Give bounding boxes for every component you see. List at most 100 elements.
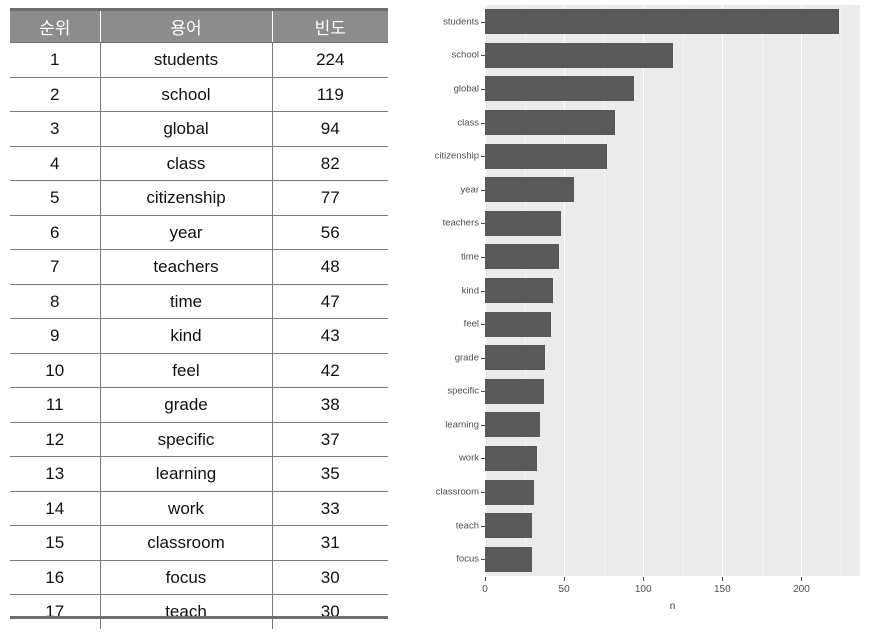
bar-time (485, 244, 560, 270)
y-tick-mark (481, 458, 485, 460)
table-row: 15 classroom 31 (10, 525, 388, 561)
y-tick-mark (481, 55, 485, 57)
y-tick-mark (481, 290, 485, 292)
y-tick-mark (481, 122, 485, 124)
column-header-rank: 순위 (10, 8, 100, 43)
term-cell: work (99, 491, 272, 526)
frequency-cell: 35 (271, 456, 388, 492)
bar-school (485, 42, 674, 68)
y-tick-label: global (453, 83, 479, 95)
rank-cell: 9 (10, 318, 100, 354)
table-row: 7 teachers 48 (10, 249, 388, 285)
rank-cell: 3 (10, 111, 100, 147)
bar-classroom (485, 479, 535, 505)
bar-class (485, 110, 615, 136)
screenshot-root: 순위 용어 빈도 1 students 224 2 school 119 3 global 94… (0, 0, 881, 632)
y-tick-label: time (461, 251, 479, 263)
bar-teachers (485, 210, 561, 236)
chart-plot-panel (485, 5, 860, 576)
frequency-cell: 224 (271, 42, 388, 78)
term-cell: year (99, 215, 272, 250)
gridline-major (801, 5, 803, 576)
rank-cell: 17 (10, 594, 100, 629)
bar-global (485, 76, 634, 102)
y-tick-mark (481, 223, 485, 225)
table-header-row: 순위 용어 빈도 (10, 8, 388, 43)
table-header: 순위 용어 빈도 (10, 8, 388, 43)
bar-students (485, 9, 840, 35)
rank-cell: 6 (10, 215, 100, 250)
frequency-cell: 42 (271, 353, 388, 388)
y-tick-label: year (460, 183, 479, 195)
rank-cell: 8 (10, 284, 100, 319)
table-row: 6 year 56 (10, 215, 388, 250)
table-row: 5 citizenship 77 (10, 180, 388, 216)
bar-learning (485, 412, 541, 438)
bar-work (485, 445, 538, 471)
table-row: 10 feel 42 (10, 353, 388, 388)
table-row: 1 students 224 (10, 42, 388, 78)
x-tick-label: 100 (634, 584, 652, 595)
frequency-cell: 47 (271, 284, 388, 319)
y-tick-label: feel (463, 318, 479, 330)
term-cell: school (99, 77, 272, 112)
rank-cell: 12 (10, 422, 100, 457)
frequency-cell: 94 (271, 111, 388, 147)
y-tick-label: citizenship (434, 150, 479, 162)
term-cell: classroom (99, 525, 272, 561)
table-row: 13 learning 35 (10, 456, 388, 492)
term-cell: specific (99, 422, 272, 457)
y-tick-mark (481, 324, 485, 326)
column-header-frequency: 빈도 (271, 8, 388, 43)
y-tick-label: classroom (435, 486, 479, 498)
frequency-table-panel: 순위 용어 빈도 1 students 224 2 school 119 3 global 94… (10, 8, 388, 629)
y-tick-label: school (451, 49, 479, 61)
frequency-table: 순위 용어 빈도 1 students 224 2 school 119 3 global 94… (10, 8, 388, 629)
term-cell: grade (99, 387, 272, 423)
bar-specific (485, 378, 544, 404)
y-tick-mark (481, 424, 485, 426)
frequency-cell: 48 (271, 249, 388, 285)
table-row: 14 work 33 (10, 491, 388, 526)
frequency-cell: 31 (271, 525, 388, 561)
y-tick-label: learning (445, 419, 479, 431)
term-cell: citizenship (99, 180, 272, 216)
term-cell: feel (99, 353, 272, 388)
y-tick-label: work (458, 452, 479, 464)
term-cell: time (99, 284, 272, 319)
term-cell: global (99, 111, 272, 147)
rank-cell: 4 (10, 146, 100, 181)
bar-chart: students school global class citizenship year… (420, 0, 881, 632)
rank-cell: 1 (10, 42, 100, 78)
rank-cell: 14 (10, 491, 100, 526)
table-row: 17 teach 30 (10, 594, 388, 629)
rank-cell: 5 (10, 180, 100, 216)
bar-grade (485, 345, 546, 371)
bar-teach (485, 513, 533, 539)
frequency-cell: 33 (271, 491, 388, 526)
y-tick-label: specific (447, 385, 479, 397)
x-tick-mark (485, 577, 486, 581)
table-row: 8 time 47 (10, 284, 388, 319)
y-tick-mark (481, 525, 485, 527)
bar-focus (485, 546, 533, 572)
table-row: 3 global 94 (10, 111, 388, 147)
rank-cell: 16 (10, 560, 100, 595)
term-cell: focus (99, 560, 272, 595)
x-tick-label: 50 (558, 584, 570, 595)
x-axis-title: n (669, 601, 676, 612)
x-tick-label: 200 (793, 584, 810, 595)
y-tick-label: kind (461, 284, 479, 296)
rank-cell: 2 (10, 77, 100, 112)
y-tick-mark (481, 492, 485, 494)
frequency-cell: 38 (271, 387, 388, 423)
x-tick-label: 150 (713, 584, 731, 595)
y-tick-mark (481, 357, 485, 359)
frequency-cell: 37 (271, 422, 388, 457)
frequency-cell: 43 (271, 318, 388, 354)
column-header-term: 용어 (99, 8, 272, 43)
y-tick-mark (481, 189, 485, 191)
y-tick-mark (481, 559, 485, 561)
x-tick-mark (722, 577, 724, 581)
rank-cell: 15 (10, 525, 100, 561)
